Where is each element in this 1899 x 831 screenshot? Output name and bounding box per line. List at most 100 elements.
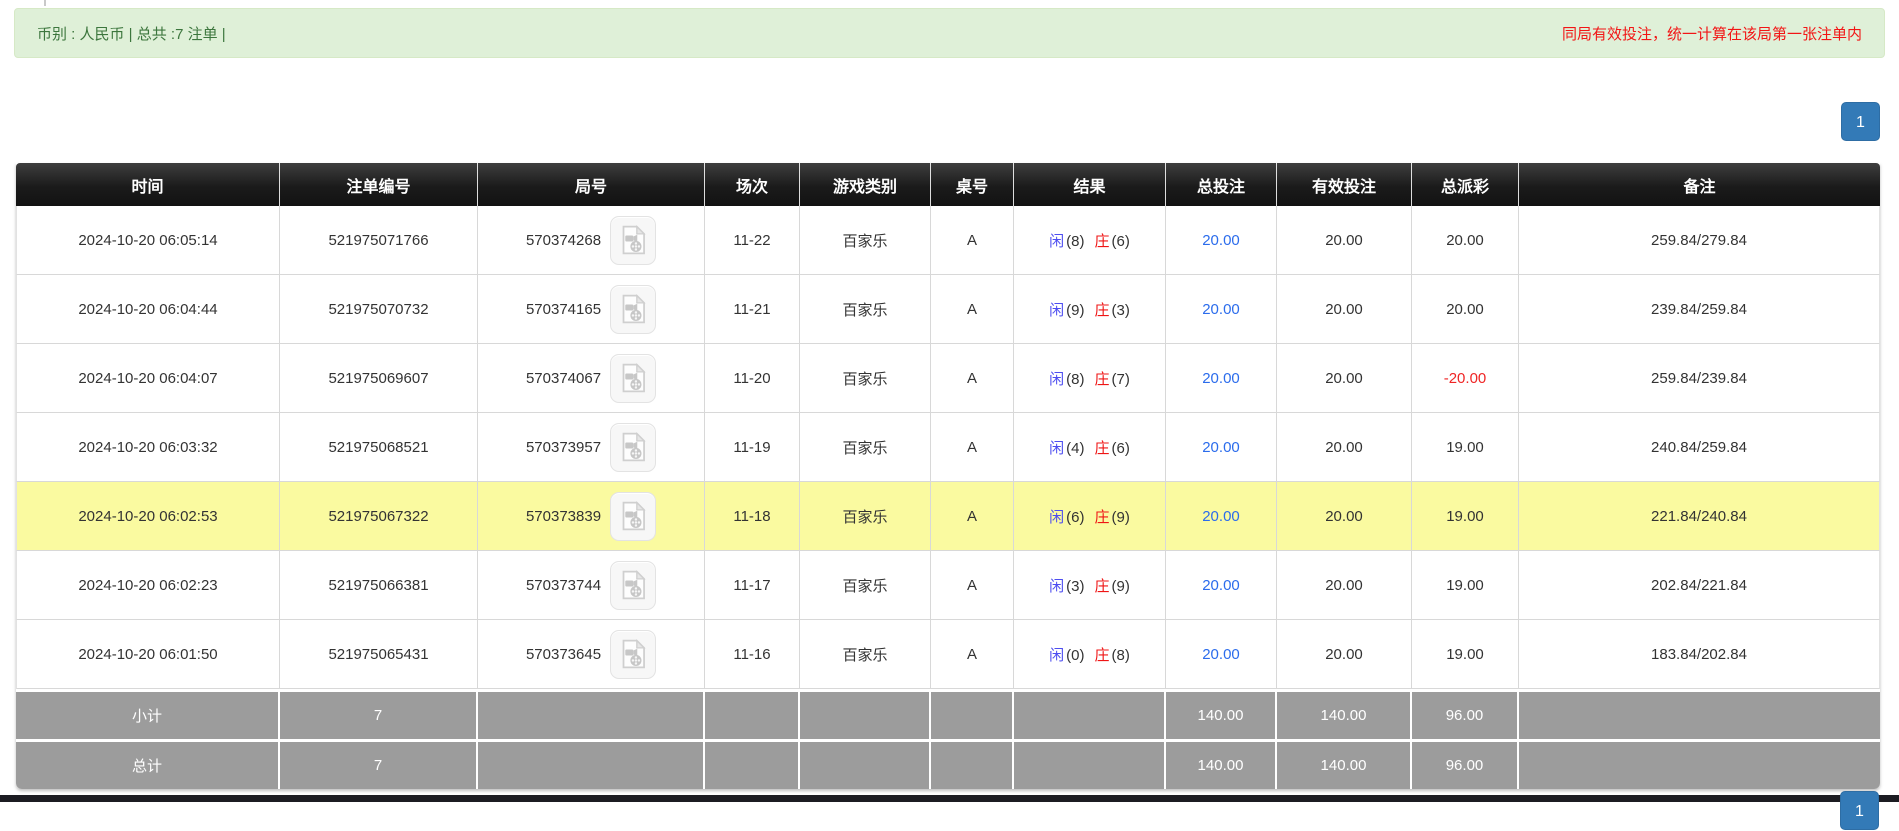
round-number-text: 570373839	[526, 508, 601, 525]
cell-game-type: 百家乐	[800, 206, 931, 275]
cell-table-number: A	[931, 206, 1014, 275]
table-row: 2024-10-20 06:04:07 521975069607 5703740…	[16, 344, 1880, 413]
cell-result: 闲(6)庄(9)	[1014, 482, 1166, 551]
total-total-bet: 140.00	[1166, 739, 1277, 789]
player-result-score: (6)	[1066, 509, 1084, 526]
cell-round-number: 570374165	[478, 275, 705, 344]
player-result-label: 闲	[1049, 233, 1064, 250]
cell-time: 2024-10-20 06:04:07	[16, 344, 280, 413]
col-header-remark: 备注	[1519, 163, 1880, 206]
cell-total-bet: 20.00	[1166, 275, 1277, 344]
cell-remark: 240.84/259.84	[1519, 413, 1880, 482]
cell-result: 闲(0) 庄(8)	[1014, 620, 1166, 689]
player-result-label: 闲	[1049, 440, 1064, 457]
cell-time: 2024-10-20 06:03:32	[16, 413, 280, 482]
cell-remark: 259.84/279.84	[1519, 206, 1880, 275]
round-number-text: 570374268	[526, 232, 601, 249]
banker-result-score: (6)	[1112, 233, 1130, 250]
cell-payout: 20.00	[1412, 206, 1519, 275]
video-replay-icon[interactable]	[610, 216, 656, 265]
video-replay-icon[interactable]	[610, 630, 656, 679]
subtotal-valid-bet: 140.00	[1277, 689, 1412, 739]
pagination-page-button-top[interactable]: 1	[1841, 102, 1880, 141]
video-replay-icon[interactable]	[610, 561, 656, 610]
total-bet-link[interactable]: 20.00	[1202, 301, 1240, 318]
cell-bet-number: 521975065431	[280, 620, 478, 689]
cell-valid-bet: 20.00	[1277, 482, 1412, 551]
banker-result-score: (6)	[1112, 440, 1130, 457]
subtotal-count: 7	[280, 689, 478, 739]
total-count: 7	[280, 739, 478, 789]
cell-total-bet: 20.00	[1166, 620, 1277, 689]
cell-session: 11-18	[705, 482, 800, 551]
pagination-page-button-bottom[interactable]: 1	[1840, 791, 1879, 830]
player-result-score: (4)	[1066, 440, 1084, 457]
player-result-score: (8)	[1066, 371, 1084, 388]
player-result-score: (3)	[1066, 578, 1084, 595]
video-replay-icon[interactable]	[610, 285, 656, 334]
col-header-total-bet: 总投注	[1166, 163, 1277, 206]
round-number-text: 570374067	[526, 370, 601, 387]
player-result-score: (8)	[1066, 233, 1084, 250]
banker-result-score: (9)	[1112, 578, 1130, 595]
cell-game-type: 百家乐	[800, 482, 931, 551]
table-row: 2024-10-20 06:03:32 521975068521 5703739…	[16, 413, 1880, 482]
round-number-text: 570373744	[526, 577, 601, 594]
cell-round-number: 570373744	[478, 551, 705, 620]
cell-remark: 202.84/221.84	[1519, 551, 1880, 620]
cell-table-number: A	[931, 344, 1014, 413]
total-bet-link[interactable]: 20.00	[1202, 370, 1240, 387]
cell-bet-number: 521975068521	[280, 413, 478, 482]
subtotal-row: 小计 7 140.00 140.00 96.00	[16, 689, 1880, 739]
cell-result: 闲(8)庄(7)	[1014, 344, 1166, 413]
cell-round-number: 570374067	[478, 344, 705, 413]
cell-table-number: A	[931, 413, 1014, 482]
cell-bet-number: 521975071766	[280, 206, 478, 275]
cell-remark: 239.84/259.84	[1519, 275, 1880, 344]
total-label: 总计	[16, 739, 280, 789]
banker-result-label: 庄	[1095, 371, 1110, 388]
round-number-text: 570373957	[526, 439, 601, 456]
banker-result-label: 庄	[1095, 647, 1110, 664]
player-result-label: 闲	[1049, 647, 1064, 664]
col-header-game-type: 游戏类别	[800, 163, 931, 206]
cell-game-type: 百家乐	[800, 344, 931, 413]
grand-total-row: 总计 7 140.00 140.00 96.00	[16, 739, 1880, 789]
player-result-score: (0)	[1066, 647, 1084, 664]
banker-result-score: (9)	[1112, 509, 1130, 526]
cell-table-number: A	[931, 482, 1014, 551]
total-bet-link[interactable]: 20.00	[1202, 646, 1240, 663]
col-header-round-number: 局号	[478, 163, 705, 206]
video-replay-icon[interactable]	[610, 354, 656, 403]
table-row: 2024-10-20 06:05:14 521975071766 5703742…	[16, 206, 1880, 275]
cell-game-type: 百家乐	[800, 275, 931, 344]
cell-session: 11-19	[705, 413, 800, 482]
total-valid-bet: 140.00	[1277, 739, 1412, 789]
total-bet-link[interactable]: 20.00	[1202, 577, 1240, 594]
col-header-table-number: 桌号	[931, 163, 1014, 206]
cell-bet-number: 521975069607	[280, 344, 478, 413]
total-bet-link[interactable]: 20.00	[1202, 508, 1240, 525]
video-replay-icon[interactable]	[610, 423, 656, 472]
player-result-label: 闲	[1049, 509, 1064, 526]
cell-table-number: A	[931, 275, 1014, 344]
cell-remark: 183.84/202.84	[1519, 620, 1880, 689]
cell-total-bet: 20.00	[1166, 206, 1277, 275]
summary-bar: 币别 : 人民币 | 总共 :7 注单 | 同局有效投注，统一计算在该局第一张注…	[14, 8, 1885, 58]
cell-total-bet: 20.00	[1166, 413, 1277, 482]
banker-result-score: (7)	[1112, 371, 1130, 388]
cell-payout: 19.00	[1412, 620, 1519, 689]
cell-bet-number: 521975070732	[280, 275, 478, 344]
player-result-score: (9)	[1066, 302, 1084, 319]
banker-result-score: (8)	[1112, 647, 1130, 664]
total-bet-link[interactable]: 20.00	[1202, 439, 1240, 456]
cell-time: 2024-10-20 06:05:14	[16, 206, 280, 275]
video-replay-icon[interactable]	[610, 492, 656, 541]
cell-time: 2024-10-20 06:02:23	[16, 551, 280, 620]
settlement-note-text: 同局有效投注，统一计算在该局第一张注单内	[1562, 23, 1862, 44]
cell-payout: 20.00	[1412, 275, 1519, 344]
cell-total-bet: 20.00	[1166, 344, 1277, 413]
cell-time: 2024-10-20 06:04:44	[16, 275, 280, 344]
total-bet-link[interactable]: 20.00	[1202, 232, 1240, 249]
cell-session: 11-16	[705, 620, 800, 689]
